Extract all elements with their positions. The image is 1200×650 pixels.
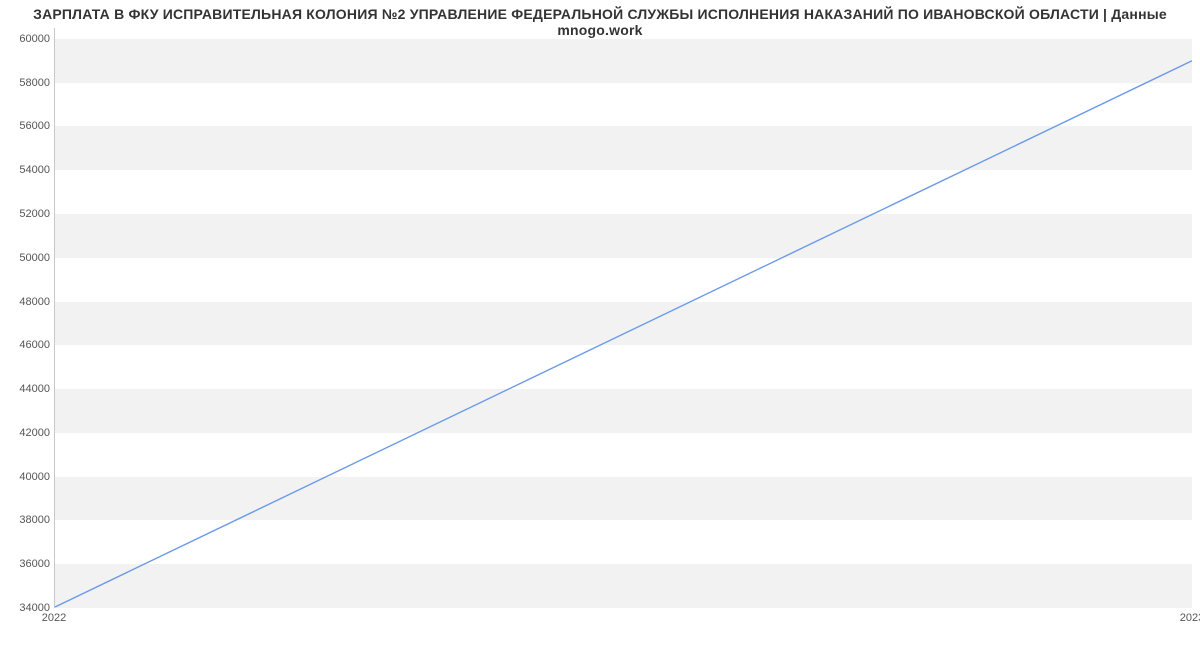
y-tick-label: 40000 bbox=[6, 471, 50, 483]
series-line bbox=[55, 61, 1192, 607]
y-tick-label: 46000 bbox=[6, 339, 50, 351]
y-tick-label: 54000 bbox=[6, 164, 50, 176]
y-tick-label: 44000 bbox=[6, 383, 50, 395]
y-tick-label: 36000 bbox=[6, 558, 50, 570]
y-tick-label: 48000 bbox=[6, 296, 50, 308]
line-layer bbox=[55, 28, 1192, 607]
y-tick-label: 56000 bbox=[6, 120, 50, 132]
plot-area bbox=[54, 28, 1192, 608]
x-tick-label: 2022 bbox=[42, 612, 66, 624]
y-tick-label: 52000 bbox=[6, 208, 50, 220]
y-tick-label: 58000 bbox=[6, 77, 50, 89]
x-tick-label: 2023 bbox=[1180, 612, 1200, 624]
y-tick-label: 38000 bbox=[6, 514, 50, 526]
y-tick-label: 50000 bbox=[6, 252, 50, 264]
y-tick-label: 42000 bbox=[6, 427, 50, 439]
y-tick-label: 60000 bbox=[6, 33, 50, 45]
